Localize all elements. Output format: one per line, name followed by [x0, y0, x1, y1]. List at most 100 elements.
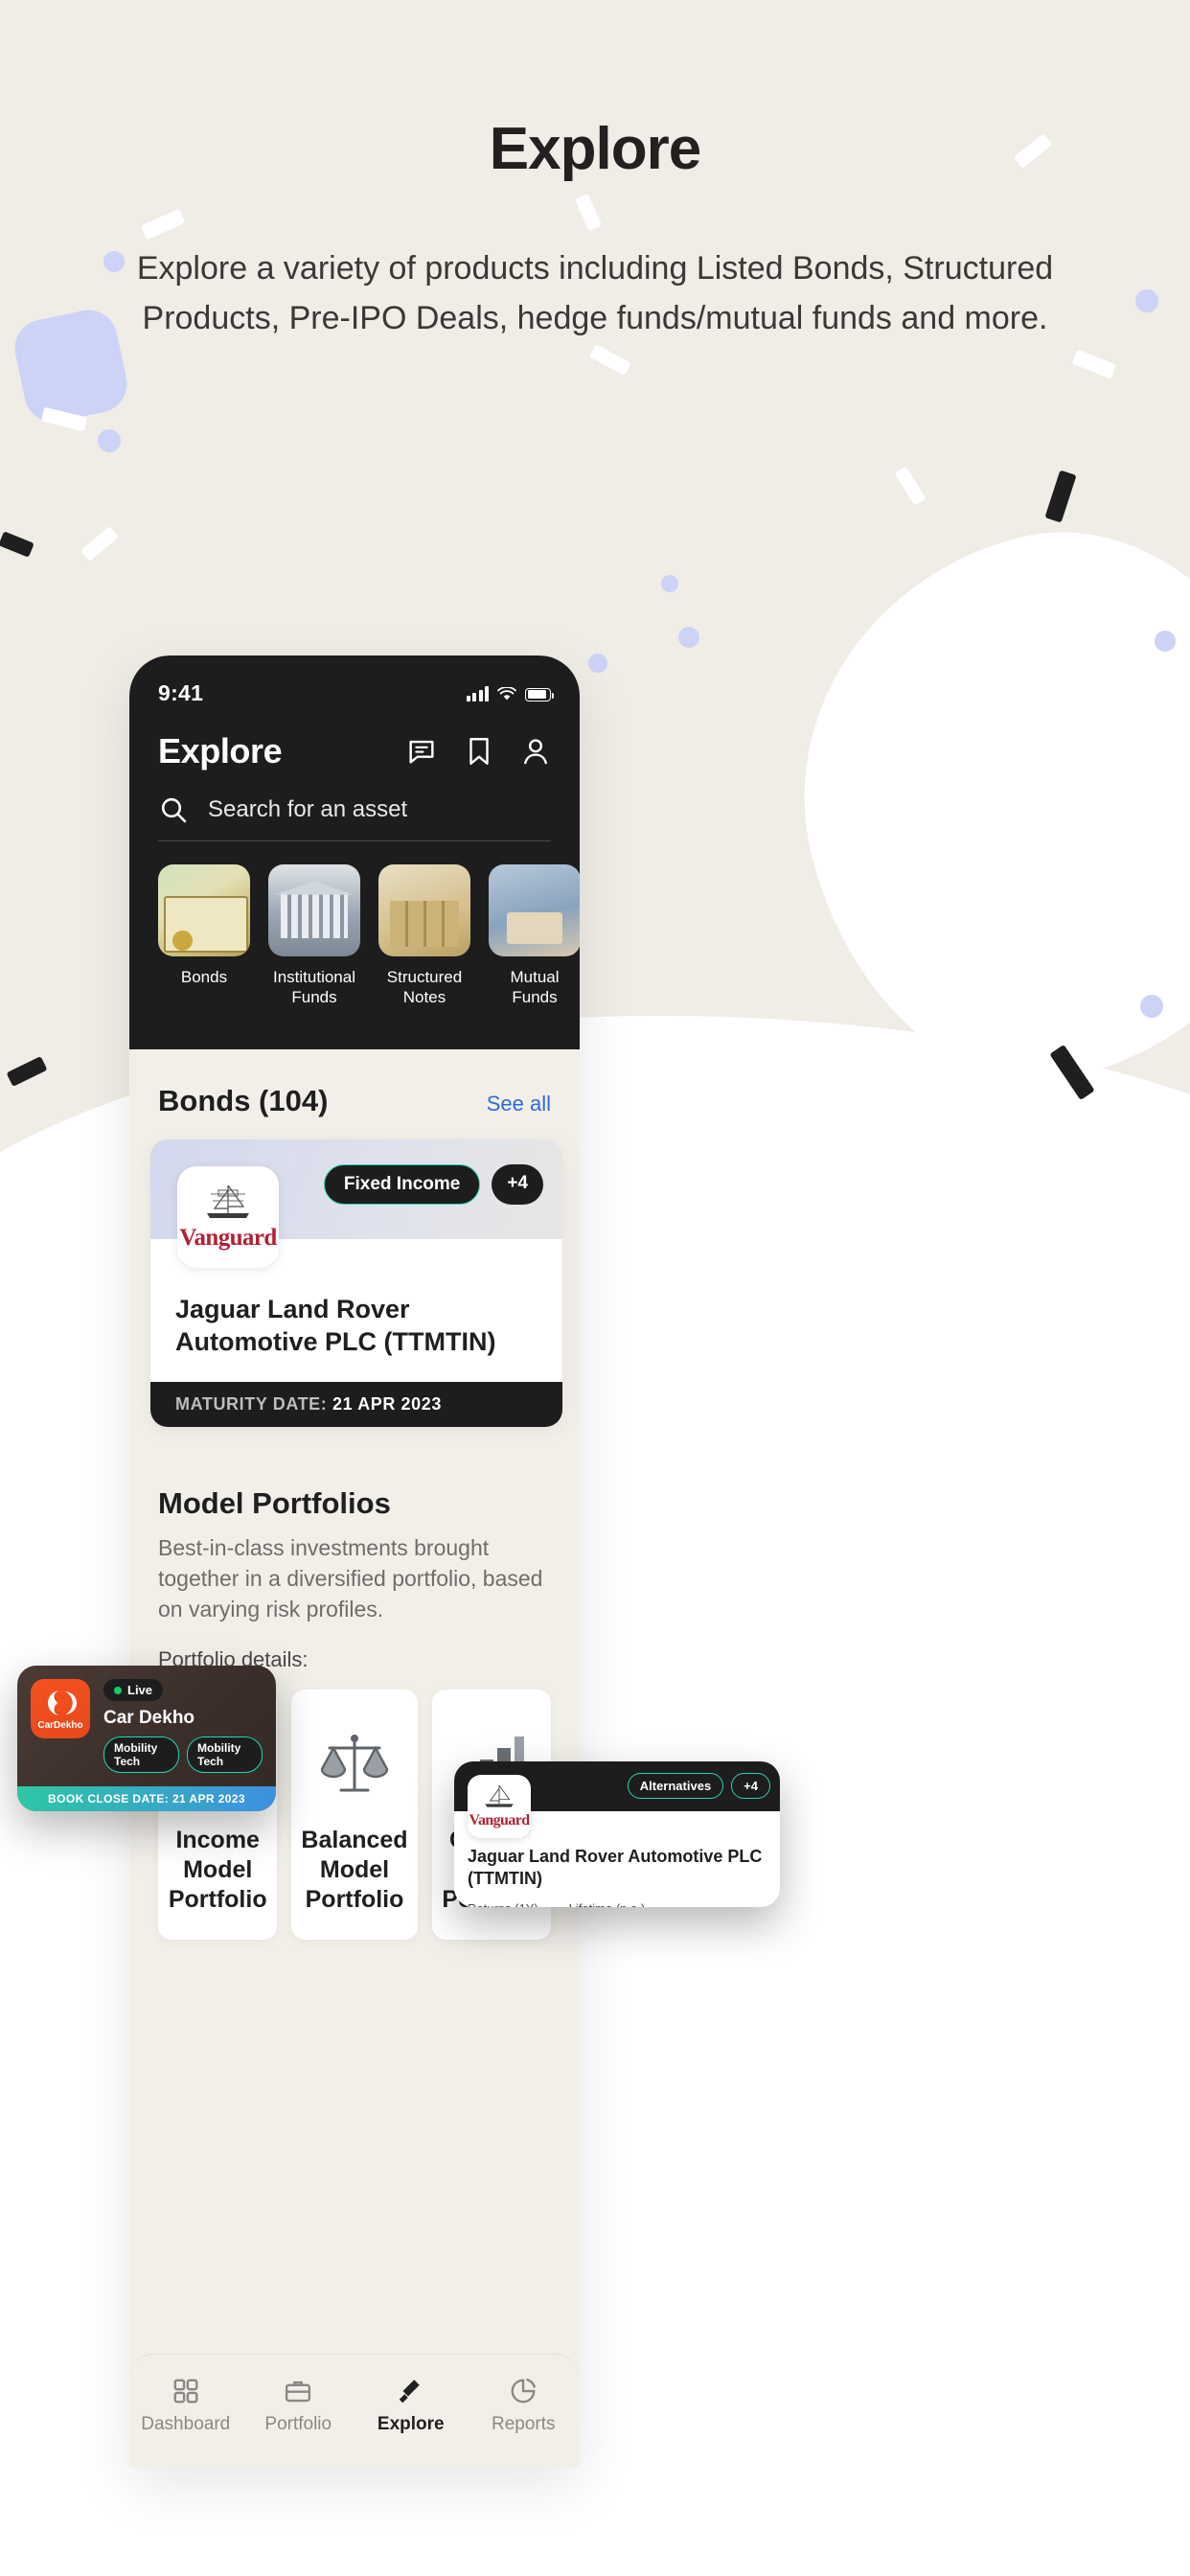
- profile-icon[interactable]: [520, 735, 551, 768]
- cardekho-tag[interactable]: Mobility Tech: [103, 1736, 179, 1773]
- lavender-dot: [98, 429, 121, 452]
- maturity-date-label: MATURITY DATE:: [175, 1394, 328, 1414]
- scales-icon: [301, 1718, 407, 1810]
- category-item-institutional-funds[interactable]: Institutional Funds: [268, 864, 360, 1007]
- tab-dashboard[interactable]: Dashboard: [129, 2372, 242, 2435]
- jlr-tag[interactable]: Alternatives: [627, 1773, 724, 1799]
- returns-1y-metric: Returns (1Y) ▲ 8.88%: [468, 1901, 538, 1907]
- battery-icon: [525, 687, 554, 702]
- confetti-tick: [140, 208, 186, 241]
- tab-label: Explore: [377, 2414, 445, 2434]
- confetti-tick-dark: [0, 531, 34, 558]
- category-carousel[interactable]: Bonds Institutional Funds Structured Not…: [129, 841, 580, 1032]
- category-item-bonds[interactable]: Bonds: [158, 864, 250, 1007]
- bottom-tab-bar: Dashboard Portfolio Explore Reports: [129, 2354, 580, 2467]
- model-portfolio-name: Balanced Model Portfolio: [301, 1827, 408, 1913]
- bond-tag-more[interactable]: +4: [492, 1164, 543, 1205]
- confetti-tick-dark: [6, 1056, 48, 1087]
- category-item-structured-notes[interactable]: Structured Notes: [378, 864, 470, 1007]
- category-label: Institutional Funds: [273, 968, 355, 1006]
- category-item-mutual-funds[interactable]: Mutual Funds: [489, 864, 580, 1007]
- issuer-logo-word: Vanguard: [179, 1225, 277, 1251]
- confetti-tick: [80, 525, 120, 563]
- category-label: Bonds: [180, 968, 228, 986]
- issuer-logo: Vanguard: [468, 1775, 531, 1838]
- model-portfolios-title: Model Portfolios: [158, 1486, 391, 1520]
- bond-card-banner: Fixed Income +4 Vanguard: [150, 1139, 562, 1268]
- status-bar: 9:41: [129, 656, 580, 710]
- briefcase-icon: [242, 2372, 355, 2410]
- bond-tag[interactable]: Fixed Income: [323, 1164, 481, 1205]
- chat-icon[interactable]: [405, 735, 438, 768]
- model-portfolio-card-balanced[interactable]: Balanced Model Portfolio: [291, 1690, 418, 1940]
- live-badge-label: Live: [127, 1683, 153, 1697]
- model-portfolio-name: Income Model Portfolio: [168, 1827, 267, 1913]
- jlr-bond-name: Jaguar Land Rover Automotive PLC (TTMTIN…: [468, 1847, 763, 1888]
- search-icon: [161, 797, 187, 823]
- tab-portfolio[interactable]: Portfolio: [242, 2372, 355, 2435]
- institutional-funds-thumbnail: [268, 864, 360, 956]
- jlr-tag-more[interactable]: +4: [731, 1773, 770, 1799]
- structured-notes-thumbnail: [378, 864, 470, 956]
- model-portfolios-subtitle: Best-in-class investments brought togeth…: [158, 1535, 543, 1622]
- bond-card[interactable]: Fixed Income +4 Vanguard Jaguar Land Rov: [150, 1139, 562, 1427]
- issuer-logo-word: Vanguard: [469, 1812, 530, 1828]
- search-input[interactable]: Search for an asset: [208, 796, 407, 823]
- lavender-dot: [1140, 995, 1163, 1018]
- confetti-tick: [588, 344, 632, 376]
- book-close-date-label: BOOK CLOSE DATE:: [48, 1792, 170, 1806]
- confetti-tick: [1071, 349, 1117, 380]
- tab-explore[interactable]: Explore: [355, 2372, 468, 2435]
- metric-label: Lifetime (p.a.): [569, 1901, 645, 1907]
- vanguard-ship-icon: [207, 1184, 249, 1218]
- bond-card-footer: MATURITY DATE: 21 APR 2023: [150, 1382, 562, 1427]
- tab-label: Reports: [491, 2414, 556, 2434]
- live-dot-icon: [114, 1686, 122, 1694]
- issuer-logo: Vanguard: [177, 1166, 279, 1268]
- maturity-date-value: 21 APR 2023: [332, 1394, 443, 1414]
- lifetime-pa-metric: Lifetime (p.a.) ▲ 8.88%: [569, 1901, 645, 1907]
- category-label: Structured Notes: [386, 968, 463, 1006]
- confetti-tick: [574, 194, 603, 231]
- grid-icon: [129, 2372, 242, 2410]
- lavender-dot: [1155, 631, 1176, 652]
- app-title: Explore: [158, 731, 283, 770]
- pie-chart-icon: [468, 2372, 581, 2410]
- cardekho-tag[interactable]: Mobility Tech: [187, 1736, 263, 1773]
- cardekho-logo-icon: CarDekho: [31, 1679, 90, 1738]
- status-bar-time: 9:41: [158, 680, 204, 705]
- metric-label: Returns (1Y): [468, 1901, 538, 1907]
- bookmark-icon[interactable]: [465, 735, 493, 768]
- bonds-section-title: Bonds (104): [158, 1084, 329, 1117]
- cardekho-logo-word: CarDekho: [37, 1719, 83, 1731]
- category-label: Mutual Funds: [510, 968, 560, 1006]
- mutual-funds-thumbnail: [489, 864, 580, 956]
- tab-reports[interactable]: Reports: [468, 2372, 581, 2435]
- telescope-icon: [355, 2372, 468, 2410]
- wifi-icon: [497, 686, 516, 700]
- model-portfolios-header: Model Portfolios Best-in-class investmen…: [129, 1456, 580, 1672]
- bond-name: Jaguar Land Rover Automotive PLC (TTMTIN…: [175, 1295, 496, 1356]
- bonds-thumbnail: [158, 864, 250, 956]
- bonds-card-rail[interactable]: Fixed Income +4 Vanguard Jaguar Land Rov: [129, 1139, 580, 1456]
- lavender-dot: [1135, 289, 1158, 312]
- cardekho-overlay-card[interactable]: CarDekho Live Car Dekho Mobility Tech Mo…: [17, 1666, 276, 1811]
- tab-label: Portfolio: [264, 2414, 332, 2434]
- bonds-section-header: Bonds (104) See all: [129, 1049, 580, 1118]
- jlr-card-banner: Alternatives +4 Vanguard: [454, 1761, 780, 1838]
- phone-mockup: 9:41 Explore Search for an asset Bonds I…: [129, 656, 580, 2467]
- signal-bars-icon: [466, 685, 489, 702]
- lavender-dot: [678, 627, 699, 648]
- phone-dark-header: 9:41 Explore Search for an asset Bonds I…: [129, 656, 580, 1049]
- bonds-see-all-link[interactable]: See all: [487, 1092, 551, 1116]
- page-subtitle: Explore a variety of products including …: [136, 250, 1054, 336]
- book-close-date-value: 21 APR 2023: [172, 1792, 245, 1806]
- vanguard-ship-icon: [485, 1784, 514, 1807]
- app-header: Explore: [129, 710, 580, 781]
- lavender-dot: [661, 575, 678, 592]
- search-bar[interactable]: Search for an asset: [158, 794, 551, 841]
- book-close-date-footer: BOOK CLOSE DATE: 21 APR 2023: [17, 1786, 276, 1811]
- tab-label: Dashboard: [141, 2414, 231, 2434]
- cardekho-company-name: Car Dekho: [103, 1708, 195, 1728]
- jlr-overlay-card[interactable]: Alternatives +4 Vanguard Jaguar Land Rov…: [454, 1761, 780, 1907]
